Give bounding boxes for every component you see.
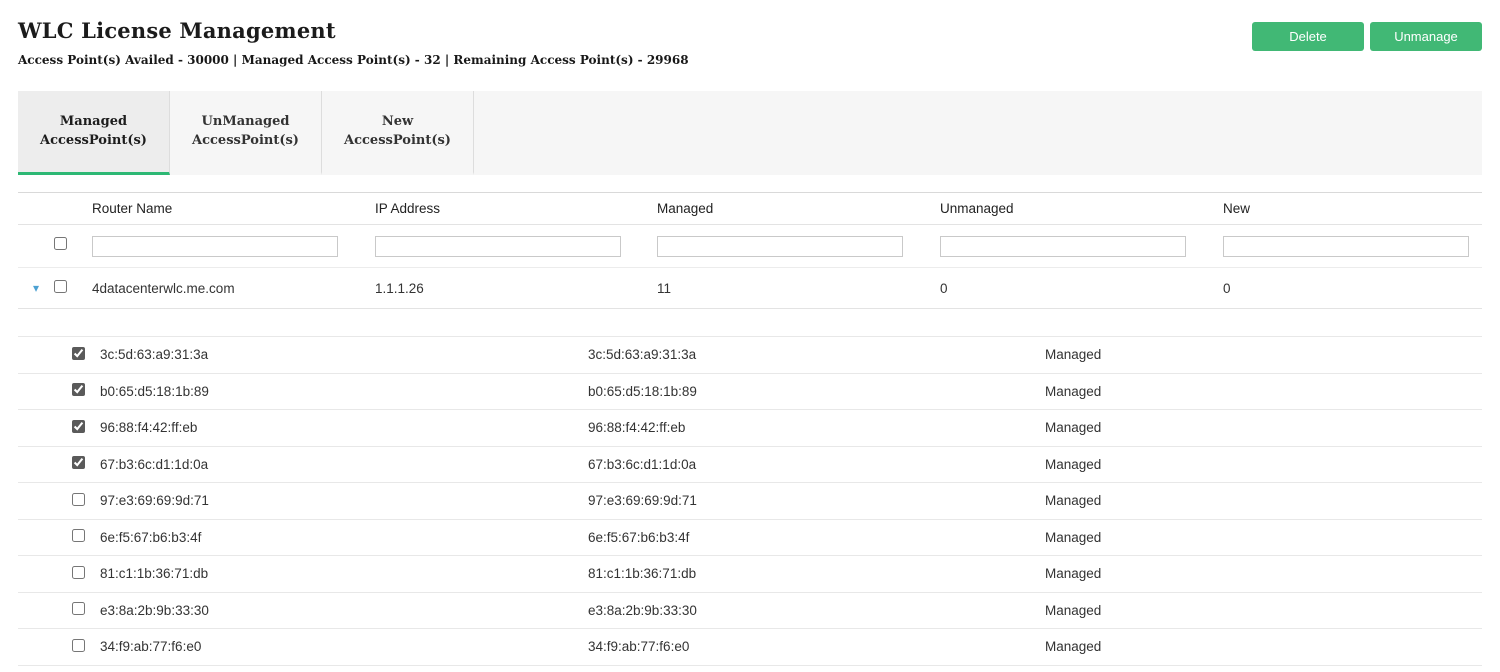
accesspoint-status: Managed	[1045, 420, 1482, 435]
column-header-managed: Managed	[657, 201, 940, 216]
filter-unmanaged-input[interactable]	[940, 236, 1186, 257]
accesspoint-row: 34:f9:ab:77:f6:e0 34:f9:ab:77:f6:e0 Mana…	[18, 629, 1482, 666]
wlc-license-management-page: WLC License Management Access Point(s) A…	[0, 0, 1500, 672]
accesspoint-name: 81:c1:1b:36:71:db	[588, 566, 1045, 581]
tab-new-accesspoints[interactable]: New AccessPoint(s)	[322, 91, 474, 175]
tab-unmanaged-accesspoints[interactable]: UnManaged AccessPoint(s)	[170, 91, 322, 175]
column-header-ip-address: IP Address	[375, 201, 657, 216]
column-header-router-name: Router Name	[92, 201, 375, 216]
accesspoint-row: 3c:5d:63:a9:31:3a 3c:5d:63:a9:31:3a Mana…	[18, 337, 1482, 374]
accesspoint-status: Managed	[1045, 347, 1482, 362]
accesspoint-checkbox[interactable]	[72, 602, 85, 615]
table-header-row: Router Name IP Address Managed Unmanaged…	[18, 192, 1482, 225]
accesspoint-checkbox[interactable]	[72, 420, 85, 433]
router-table: Router Name IP Address Managed Unmanaged…	[18, 192, 1482, 666]
accesspoint-status: Managed	[1045, 384, 1482, 399]
accesspoint-row: 96:88:f4:42:ff:eb 96:88:f4:42:ff:eb Mana…	[18, 410, 1482, 447]
accesspoint-mac: 6e:f5:67:b6:b3:4f	[100, 530, 588, 545]
accesspoint-subtable: 3c:5d:63:a9:31:3a 3c:5d:63:a9:31:3a Mana…	[18, 336, 1482, 666]
accesspoint-mac: 34:f9:ab:77:f6:e0	[100, 639, 588, 654]
accesspoint-mac: 96:88:f4:42:ff:eb	[100, 420, 588, 435]
tab-bar-filler	[474, 91, 1482, 175]
accesspoint-name: 6e:f5:67:b6:b3:4f	[588, 530, 1045, 545]
accesspoint-mac: 3c:5d:63:a9:31:3a	[100, 347, 588, 362]
accesspoint-status: Managed	[1045, 566, 1482, 581]
accesspoint-status: Managed	[1045, 603, 1482, 618]
ip-address-cell: 1.1.1.26	[375, 281, 657, 296]
row-expander-icon[interactable]: ▾	[18, 281, 54, 295]
accesspoint-checkbox[interactable]	[72, 566, 85, 579]
select-all-checkbox[interactable]	[54, 237, 67, 250]
accesspoint-row: e3:8a:2b:9b:33:30 e3:8a:2b:9b:33:30 Mana…	[18, 593, 1482, 630]
accesspoint-name: 67:b3:6c:d1:1d:0a	[588, 457, 1045, 472]
filter-managed-input[interactable]	[657, 236, 903, 257]
accesspoint-tab-bar: Managed AccessPoint(s) UnManaged AccessP…	[18, 91, 1482, 175]
access-point-summary: Access Point(s) Availed - 30000 | Manage…	[18, 53, 689, 67]
accesspoint-status: Managed	[1045, 457, 1482, 472]
filter-ip-address-input[interactable]	[375, 236, 621, 257]
page-header: WLC License Management Access Point(s) A…	[18, 0, 1482, 67]
accesspoint-checkbox[interactable]	[72, 347, 85, 360]
accesspoint-row: 67:b3:6c:d1:1d:0a 67:b3:6c:d1:1d:0a Mana…	[18, 447, 1482, 484]
action-buttons: Delete Unmanage	[1252, 22, 1482, 51]
accesspoint-name: b0:65:d5:18:1b:89	[588, 384, 1045, 399]
managed-count-cell: 11	[657, 281, 940, 296]
column-header-new: New	[1223, 201, 1482, 216]
accesspoint-name: 3c:5d:63:a9:31:3a	[588, 347, 1045, 362]
tab-label: Managed AccessPoint(s)	[28, 113, 159, 151]
page-title: WLC License Management	[18, 18, 689, 43]
accesspoint-name: 34:f9:ab:77:f6:e0	[588, 639, 1045, 654]
accesspoint-status: Managed	[1045, 530, 1482, 545]
accesspoint-name: e3:8a:2b:9b:33:30	[588, 603, 1045, 618]
table-filter-row	[18, 225, 1482, 268]
router-name-cell: 4datacenterwlc.me.com	[92, 281, 375, 296]
accesspoint-checkbox[interactable]	[72, 529, 85, 542]
column-header-unmanaged: Unmanaged	[940, 201, 1223, 216]
tab-managed-accesspoints[interactable]: Managed AccessPoint(s)	[18, 91, 170, 175]
accesspoint-name: 96:88:f4:42:ff:eb	[588, 420, 1045, 435]
accesspoint-checkbox[interactable]	[72, 383, 85, 396]
accesspoint-checkbox[interactable]	[72, 456, 85, 469]
router-row: ▾ 4datacenterwlc.me.com 1.1.1.26 11 0 0	[18, 268, 1482, 309]
accesspoint-name: 97:e3:69:69:9d:71	[588, 493, 1045, 508]
row-checkbox[interactable]	[54, 280, 67, 293]
title-block: WLC License Management Access Point(s) A…	[18, 18, 689, 67]
filter-new-input[interactable]	[1223, 236, 1469, 257]
accesspoint-status: Managed	[1045, 493, 1482, 508]
accesspoint-mac: 81:c1:1b:36:71:db	[100, 566, 588, 581]
tab-label: New AccessPoint(s)	[332, 113, 463, 151]
accesspoint-row: 6e:f5:67:b6:b3:4f 6e:f5:67:b6:b3:4f Mana…	[18, 520, 1482, 557]
tab-label: UnManaged AccessPoint(s)	[180, 113, 311, 151]
accesspoint-checkbox[interactable]	[72, 493, 85, 506]
delete-button[interactable]: Delete	[1252, 22, 1364, 51]
accesspoint-row: 81:c1:1b:36:71:db 81:c1:1b:36:71:db Mana…	[18, 556, 1482, 593]
filter-router-name-input[interactable]	[92, 236, 338, 257]
accesspoint-mac: b0:65:d5:18:1b:89	[100, 384, 588, 399]
accesspoint-mac: 97:e3:69:69:9d:71	[100, 493, 588, 508]
accesspoint-checkbox[interactable]	[72, 639, 85, 652]
accesspoint-status: Managed	[1045, 639, 1482, 654]
accesspoint-row: b0:65:d5:18:1b:89 b0:65:d5:18:1b:89 Mana…	[18, 374, 1482, 411]
accesspoint-mac: 67:b3:6c:d1:1d:0a	[100, 457, 588, 472]
accesspoint-row: 97:e3:69:69:9d:71 97:e3:69:69:9d:71 Mana…	[18, 483, 1482, 520]
new-count-cell: 0	[1223, 281, 1482, 296]
accesspoint-mac: e3:8a:2b:9b:33:30	[100, 603, 588, 618]
unmanaged-count-cell: 0	[940, 281, 1223, 296]
unmanage-button[interactable]: Unmanage	[1370, 22, 1482, 51]
